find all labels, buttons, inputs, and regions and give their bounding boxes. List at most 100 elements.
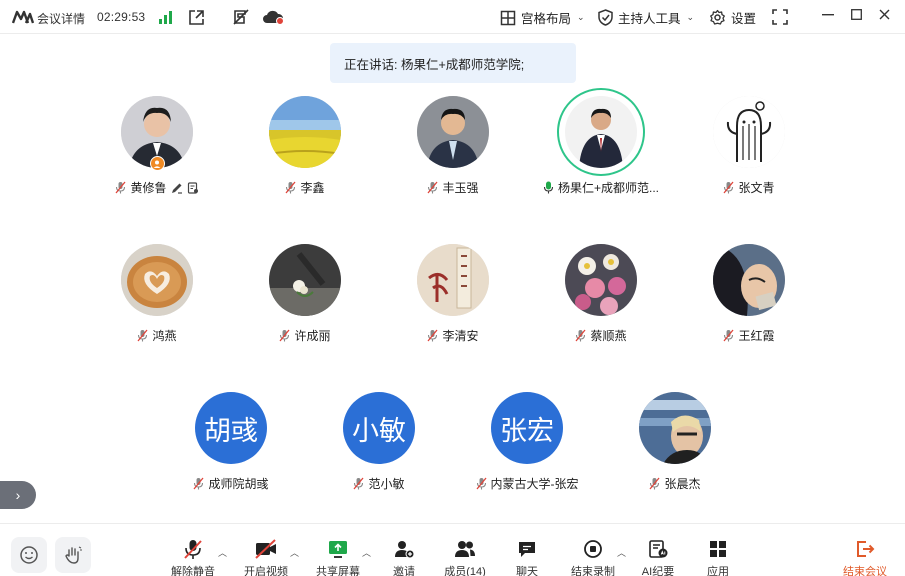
participant-name: 鸿燕 [152, 329, 177, 343]
signal-strength-icon[interactable] [158, 10, 174, 24]
participant-name: 许成丽 [294, 329, 331, 343]
raise-hand-icon [65, 546, 82, 564]
participant-name-row: 内蒙古大学-张宏 [452, 475, 602, 492]
end-meeting-label: 结束会议 [843, 566, 887, 576]
chevron-down-icon: ⌄ [686, 12, 695, 22]
add-person-icon [395, 541, 415, 559]
participant-name: 内蒙古大学-张宏 [490, 477, 579, 491]
share-screen-button[interactable]: 共享屏幕 [308, 538, 368, 576]
raise-hand-button[interactable] [55, 537, 91, 573]
battery-saver-off-icon[interactable] [232, 8, 250, 26]
participant-tile-active-speaker[interactable]: 杨果仁+成都师范... [526, 88, 676, 206]
participant-tile[interactable]: 张晨杰 [600, 392, 750, 502]
layout-button[interactable]: 宫格布局 ⌄ [500, 8, 585, 27]
stop-recording-button[interactable]: 结束录制 [563, 538, 623, 576]
mic-muted-icon [115, 181, 126, 194]
mic-muted-icon [184, 540, 202, 559]
avatar [639, 392, 711, 464]
participant-tile[interactable]: 胡彧 成师院胡彧 [156, 392, 306, 502]
apps-button[interactable]: 应用 [688, 538, 748, 576]
participant-tile[interactable]: 许成丽 [230, 244, 380, 354]
participant-name: 李清安 [442, 329, 479, 343]
chevron-right-icon: › [15, 487, 21, 503]
recording-options-chevron-up-icon[interactable]: ︿ [617, 546, 626, 559]
participant-name: 张晨杰 [664, 477, 701, 491]
mic-muted-icon [353, 477, 364, 490]
end-meeting-button[interactable]: 结束会议 [835, 538, 895, 576]
apps-label: 应用 [707, 566, 729, 576]
avatar: 胡彧 [195, 392, 267, 464]
avatar [121, 244, 193, 316]
mic-muted-icon [575, 329, 586, 342]
participant-name-row: 鸿燕 [82, 327, 232, 344]
apps-grid-icon [710, 541, 726, 557]
participant-tile[interactable]: 黄修鲁 [82, 96, 232, 206]
expand-sidebar-button[interactable]: › [0, 481, 36, 509]
audio-options-chevron-up-icon[interactable]: ︿ [218, 546, 227, 559]
avatar [713, 244, 785, 316]
participant-name-row: 张文青 [674, 179, 824, 196]
participant-tile[interactable]: 李清安 [378, 244, 528, 354]
participant-name-row: 蔡顺燕 [526, 327, 676, 344]
participant-name: 成师院胡彧 [208, 477, 269, 491]
avatar [269, 244, 341, 316]
maximize-icon[interactable] [851, 9, 862, 20]
avatar [417, 244, 489, 316]
minimize-icon[interactable] [822, 14, 834, 16]
participant-tile[interactable]: 丰玉强 [378, 96, 528, 206]
close-icon[interactable] [879, 9, 890, 20]
unmute-button[interactable]: 解除静音 [163, 538, 223, 576]
members-button[interactable]: 成员(14) [435, 538, 495, 576]
reactions-button[interactable] [11, 537, 47, 573]
participant-name: 李鑫 [300, 181, 325, 195]
participant-name-row: 许成丽 [230, 327, 380, 344]
host-tools-button[interactable]: 主持人工具 ⌄ [598, 8, 694, 27]
gear-icon [710, 9, 725, 25]
settings-button[interactable]: 设置 [709, 8, 756, 27]
host-badge-icon [150, 156, 165, 171]
participant-tile[interactable]: 鸿燕 [82, 244, 232, 354]
participant-name: 丰玉强 [442, 181, 479, 195]
participant-tile[interactable]: 蔡顺燕 [526, 244, 676, 354]
document-icon [187, 181, 198, 194]
cloud-status-icon[interactable] [262, 9, 284, 25]
speaking-indicator-banner: 正在讲话: 杨果仁+成都师范学院; [330, 43, 576, 83]
mic-muted-icon [285, 181, 296, 194]
chat-icon [519, 542, 535, 557]
pop-out-icon[interactable] [188, 9, 205, 26]
participant-name-row: 成师院胡彧 [156, 475, 306, 492]
video-options-chevron-up-icon[interactable]: ︿ [290, 546, 299, 559]
participant-name-row: 范小敏 [304, 475, 454, 492]
participant-name-row: 王红霞 [674, 327, 824, 344]
participant-name-row: 杨果仁+成都师范... [526, 179, 676, 196]
video-off-icon [255, 539, 276, 559]
avatar-speaking-ring [557, 88, 645, 176]
meeting-window: 会议详情 02:29:53 宫格布局 ⌄ 主持人工具 ⌄ 设置 正在讲话: 杨果… [0, 0, 905, 576]
share-screen-icon [329, 541, 347, 558]
meeting-info-button[interactable]: 会议详情 [37, 10, 85, 27]
start-video-button[interactable]: 开启视频 [236, 538, 296, 576]
fullscreen-icon[interactable] [772, 9, 788, 25]
avatar: 张宏 [491, 392, 563, 464]
ai-notes-button[interactable]: AI纪要 [628, 538, 688, 576]
invite-button[interactable]: 邀请 [374, 538, 434, 576]
stop-recording-icon [584, 540, 602, 558]
bottom-toolbar: 解除静音 ︿ 开启视频 ︿ 共享屏幕 ︿ 邀请 成员(14) 聊天 结束录制 ︿… [0, 523, 905, 576]
participant-tile[interactable]: 小敏 范小敏 [304, 392, 454, 502]
avatar [269, 96, 341, 168]
participant-tile[interactable]: 王红霞 [674, 244, 824, 354]
chat-button[interactable]: 聊天 [497, 538, 557, 576]
mic-active-icon [543, 181, 554, 194]
ai-notes-icon [649, 540, 668, 558]
participant-tile[interactable]: 张宏 内蒙古大学-张宏 [452, 392, 602, 502]
members-icon [455, 541, 475, 557]
mic-muted-icon [475, 477, 487, 490]
participant-tile[interactable]: 张文青 [674, 96, 824, 206]
share-options-chevron-up-icon[interactable]: ︿ [362, 546, 371, 559]
mic-muted-icon [137, 329, 148, 342]
participant-name: 张文青 [738, 181, 775, 195]
participant-tile[interactable]: 李鑫 [230, 96, 380, 206]
settings-label: 设置 [731, 12, 757, 26]
top-bar: 会议详情 02:29:53 宫格布局 ⌄ 主持人工具 ⌄ 设置 [0, 0, 905, 34]
mic-muted-icon [649, 477, 660, 490]
